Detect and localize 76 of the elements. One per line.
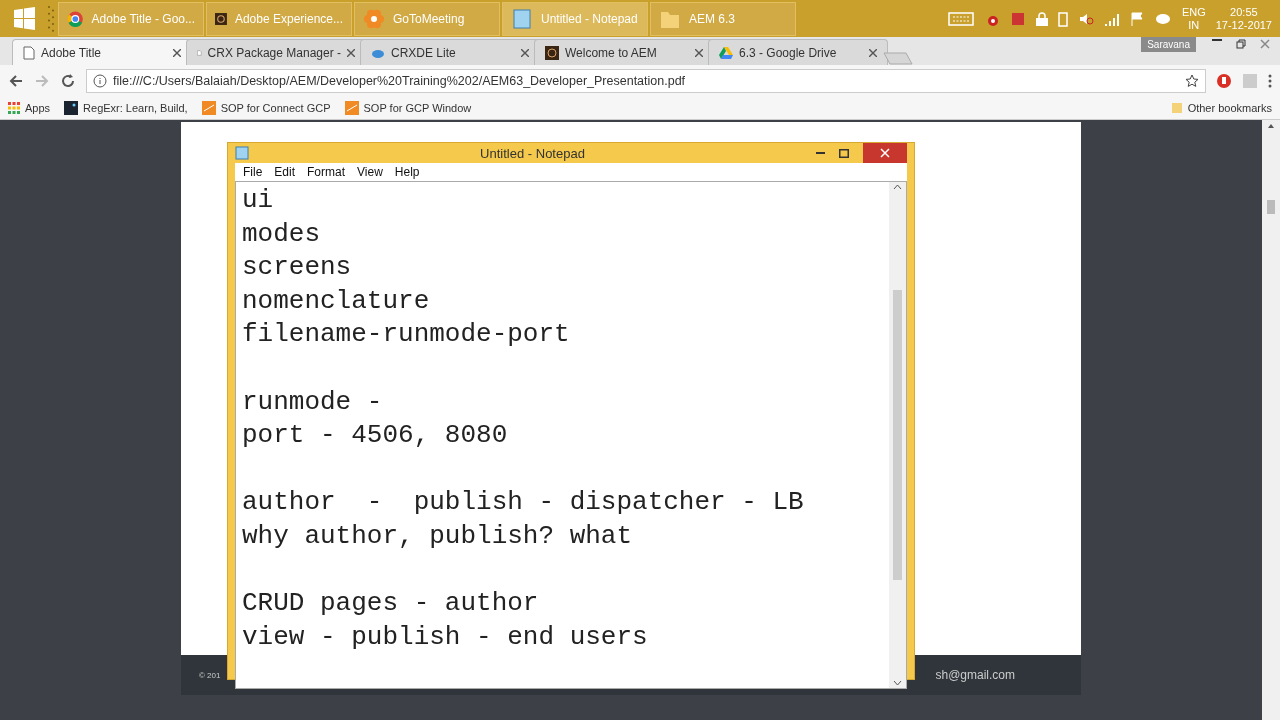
scroll-up-icon xyxy=(893,184,902,190)
close-icon xyxy=(869,48,877,57)
text-line: view - publish - end users xyxy=(242,620,648,654)
menu-item[interactable]: Format xyxy=(301,163,352,181)
tab-title: Adobe Title xyxy=(41,45,102,60)
flower-icon xyxy=(363,7,385,30)
scrollbar[interactable] xyxy=(889,182,906,688)
new-tab-icon xyxy=(882,51,914,65)
text-line: why author, publish? what xyxy=(242,519,633,553)
close-icon xyxy=(173,48,181,57)
reload-icon xyxy=(60,73,76,89)
tab-title: 6.3 - Google Drive xyxy=(739,45,837,60)
address-bar[interactable]: file:///C:/Users/Balaiah/Desktop/AEM/Developer%20Training%202/AEM63_Developer_Presentation.pdf xyxy=(86,69,1206,93)
battery-icon xyxy=(1057,10,1068,27)
apps-icon xyxy=(8,102,20,114)
grip-icon xyxy=(46,3,56,34)
folder-icon xyxy=(1170,102,1183,114)
text-line: nomenclature xyxy=(242,284,430,318)
text-line: port - 4506, 8080 xyxy=(242,419,508,453)
logo-icon xyxy=(201,101,216,115)
logo-icon xyxy=(344,101,359,115)
star-icon xyxy=(1185,74,1199,88)
back-icon xyxy=(8,73,24,89)
extension-icon xyxy=(1242,73,1258,89)
keyboard-icon xyxy=(947,10,974,27)
bookmark-folder[interactable]: Other bookmarks xyxy=(1170,102,1272,114)
browser-tab[interactable]: 6.3 - Google Drive xyxy=(708,39,888,65)
menu-item[interactable]: Help xyxy=(388,163,426,181)
bookmark-link[interactable]: RegExr: Learn, Build, xyxy=(64,101,188,115)
tray-icon xyxy=(1009,10,1026,27)
text-line: CRUD pages - author xyxy=(242,587,539,621)
minimize-icon xyxy=(1212,39,1222,41)
notepad-icon xyxy=(235,146,249,160)
info-icon xyxy=(93,74,107,88)
bookmark-link[interactable]: Apps xyxy=(8,102,51,114)
flag-icon xyxy=(1129,10,1144,27)
forward-icon xyxy=(34,73,50,89)
text-line: modes xyxy=(242,217,320,251)
scrollbar[interactable] xyxy=(1262,120,1280,720)
text-line: runmode - xyxy=(242,385,383,419)
tab-title: CRX Package Manager - xyxy=(207,45,341,60)
more-icon xyxy=(1268,73,1272,89)
minimize-icon xyxy=(816,152,825,154)
scroll-thumb[interactable] xyxy=(1267,200,1275,214)
menu-item[interactable]: File xyxy=(237,163,269,181)
text-line: author - publish - dispatcher - LB xyxy=(242,486,804,520)
scroll-thumb[interactable] xyxy=(893,289,902,580)
extension-icon xyxy=(1216,73,1232,89)
text-line: screens xyxy=(242,251,352,285)
menu-item[interactable]: View xyxy=(351,163,389,181)
scroll-down-icon xyxy=(893,679,902,686)
notepad-icon xyxy=(511,7,533,30)
drive-icon xyxy=(719,46,733,59)
text-line: ui xyxy=(242,184,274,217)
close-icon xyxy=(880,148,890,158)
tab-title: Welcome to AEM xyxy=(565,45,657,60)
close-icon xyxy=(1260,39,1270,49)
menu-item[interactable]: Edit xyxy=(268,163,302,181)
bookmark-link[interactable]: SOP for GCP Window xyxy=(344,101,472,115)
maximize-icon xyxy=(839,148,849,158)
app-icon xyxy=(545,45,559,60)
url-text: file:///C:/Users/Balaiah/Desktop/AEM/Developer%20Training%202/AEM63_Developer_Presentation.pdf xyxy=(113,74,686,88)
restore-icon xyxy=(1236,39,1246,49)
close-icon xyxy=(521,48,529,57)
window-title: Untitled - Notepad xyxy=(479,145,586,161)
footer-text: © 201 xyxy=(199,670,221,680)
footer-email: sh@gmail.com xyxy=(935,668,1015,682)
tab-title: CRXDE Lite xyxy=(391,45,456,60)
close-button[interactable] xyxy=(863,143,907,163)
close-icon xyxy=(695,48,703,57)
regex-icon xyxy=(64,101,79,115)
text-line: filename-runmode-port xyxy=(242,318,570,352)
text-editor[interactable]: ui modes screens nomenclature filename-runmode-port runmode - port - 4506, 8080 author - publish - dispatcher - LB why author, publish? what CRUD pages - author view - publish - end users xyxy=(235,181,907,689)
lock-icon xyxy=(1035,11,1048,26)
close-icon xyxy=(347,48,355,57)
bookmark-link[interactable]: SOP for Connect GCP xyxy=(201,101,331,115)
